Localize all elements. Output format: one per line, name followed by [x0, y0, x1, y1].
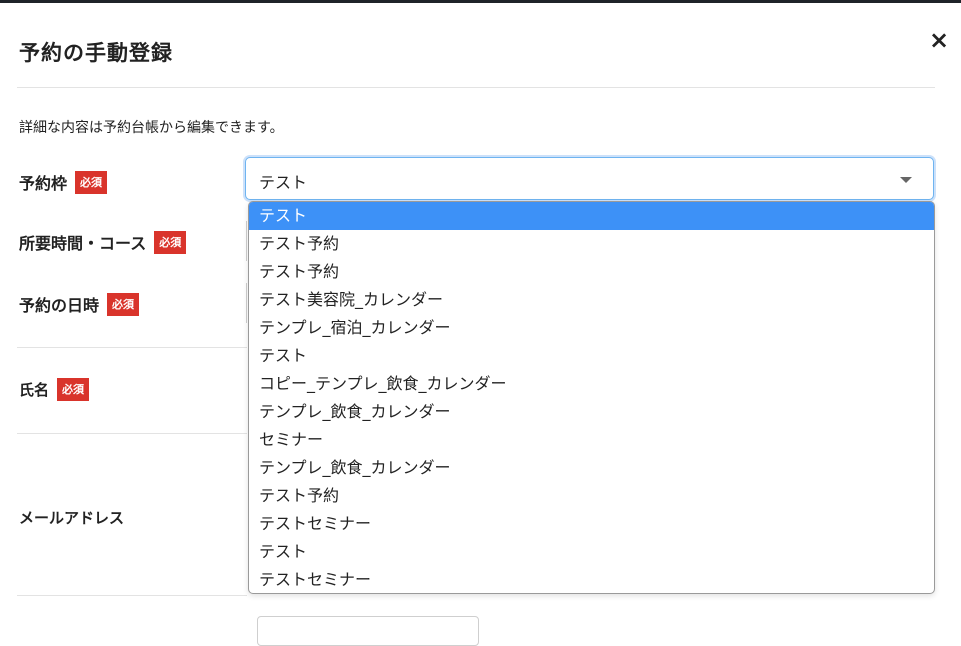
manual-reservation-modal: 予約の手動登録 × 詳細な内容は予約台帳から編集できます。 予約枠 必須 所要時… [0, 3, 961, 646]
dropdown-option[interactable]: テスト予約 [249, 230, 934, 258]
close-icon[interactable]: × [927, 27, 951, 53]
name-label-text: 氏名 [19, 381, 50, 399]
required-badge: 必須 [75, 170, 108, 194]
slot-dropdown-list: テスト テスト予約 テスト予約 テスト美容院_カレンダー テンプレ_宿泊_カレン… [248, 201, 935, 594]
dropdown-option[interactable]: テスト [249, 538, 934, 566]
modal-title: 予約の手動登録 [19, 41, 173, 65]
required-badge: 必須 [154, 230, 187, 254]
course-label-text: 所要時間・コース [19, 234, 147, 253]
required-badge: 必須 [107, 292, 140, 316]
dropdown-option[interactable]: テンプレ_宿泊_カレンダー [249, 314, 934, 342]
slot-select[interactable]: テスト [245, 157, 934, 200]
dropdown-option[interactable]: テストセミナー [249, 510, 934, 538]
slot-select-value: テスト [259, 173, 308, 192]
row-divider [17, 347, 247, 348]
email-label-text: メールアドレス [19, 509, 125, 527]
dropdown-option[interactable]: コピー_テンプレ_飲食_カレンダー [249, 370, 934, 398]
dropdown-option[interactable]: セミナー [249, 426, 934, 454]
dropdown-option[interactable]: テストセミナー [249, 566, 934, 593]
dropdown-option[interactable]: テスト美容院_カレンダー [249, 286, 934, 314]
slot-label-text: 予約枠 [19, 174, 68, 193]
row-divider [17, 433, 247, 434]
course-label: 所要時間・コース 必須 [19, 230, 187, 254]
dropdown-option[interactable]: テスト予約 [249, 258, 934, 286]
dropdown-option[interactable]: テスト [249, 342, 934, 370]
chevron-down-icon [900, 177, 912, 183]
dropdown-option[interactable]: テスト [249, 202, 934, 230]
datetime-label: 予約の日時 必須 [19, 292, 140, 316]
modal-description: 詳細な内容は予約台帳から編集できます。 [19, 120, 284, 136]
dropdown-option[interactable]: テンプレ_飲食_カレンダー [249, 398, 934, 426]
dropdown-option[interactable]: テンプレ_飲食_カレンダー [249, 454, 934, 482]
datetime-label-text: 予約の日時 [19, 296, 100, 315]
required-badge: 必須 [57, 378, 90, 401]
row-divider [17, 595, 247, 596]
slot-label: 予約枠 必須 [19, 170, 108, 194]
header-divider [17, 87, 935, 88]
name-label: 氏名 必須 [19, 378, 90, 401]
dropdown-option[interactable]: テスト予約 [249, 482, 934, 510]
email-label: メールアドレス [19, 507, 124, 528]
partial-input-field[interactable] [257, 616, 479, 646]
